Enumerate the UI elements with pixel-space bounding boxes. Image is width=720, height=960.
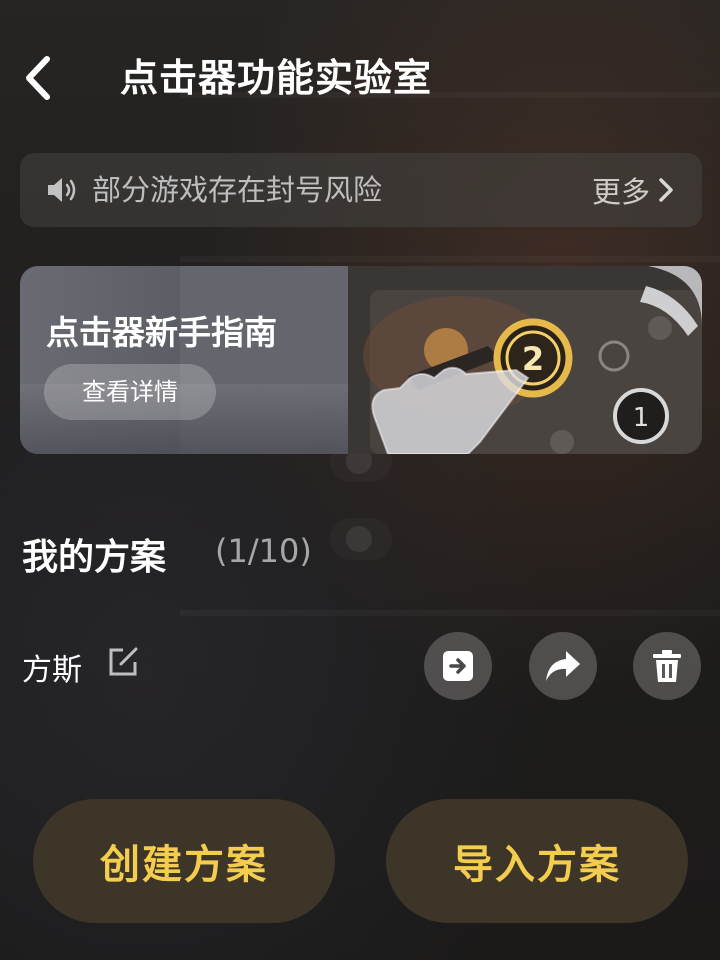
plan-name: 方斯 <box>22 653 82 688</box>
background-shelf <box>180 610 720 616</box>
step-two-number: 2 <box>522 340 544 378</box>
page-title: 点击器功能实验室 <box>120 56 433 100</box>
notice-more-label: 更多 <box>591 175 650 209</box>
banner-title: 点击器新手指南 <box>46 313 277 352</box>
edit-icon[interactable] <box>107 646 139 678</box>
import-icon <box>443 651 473 681</box>
notice-text: 部分游戏存在封号风险 <box>92 173 383 207</box>
create-plan-button[interactable]: 创建方案 <box>33 799 335 923</box>
notice-more-link[interactable]: 更多 <box>592 153 674 227</box>
trash-icon <box>653 650 681 682</box>
step-one-number: 1 <box>633 403 650 433</box>
share-icon <box>546 651 580 681</box>
back-button[interactable] <box>14 50 62 106</box>
delete-plan-button[interactable] <box>633 632 701 700</box>
risk-notice-bar[interactable]: 部分游戏存在封号风险 更多 <box>20 153 702 227</box>
speaker-icon <box>48 178 76 202</box>
share-plan-button[interactable] <box>529 632 597 700</box>
import-plan-button[interactable]: 导入方案 <box>386 799 688 923</box>
view-details-button[interactable]: 查看详情 <box>44 364 216 420</box>
my-plans-title: 我的方案 <box>22 537 167 578</box>
background-overlay-chip <box>330 518 392 560</box>
guide-banner[interactable]: 点击器新手指南 查看详情 2 1 <box>20 266 702 454</box>
chevron-right-icon <box>659 178 673 202</box>
background-shelf <box>180 256 720 262</box>
chevron-left-icon <box>26 56 50 100</box>
guide-illustration: 2 1 <box>348 266 702 454</box>
load-plan-button[interactable] <box>424 632 492 700</box>
plans-count: (1/10) <box>215 532 312 570</box>
header: 点击器功能实验室 <box>0 40 720 116</box>
